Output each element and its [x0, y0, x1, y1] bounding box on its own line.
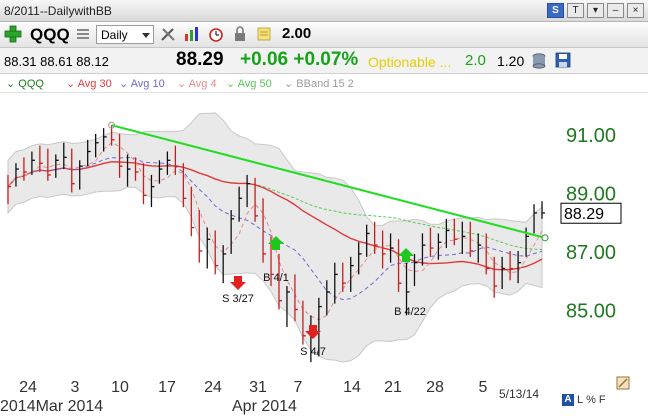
add-symbol-icon[interactable] [4, 25, 22, 43]
period-value: Daily [101, 28, 128, 42]
x-tick-label: 24 [19, 379, 37, 396]
x-tick-label: 24 [204, 379, 222, 396]
legend-label: Avg 4 [188, 78, 217, 90]
month-label: Apr 2014 [232, 398, 297, 415]
a-icon[interactable]: A [562, 394, 574, 406]
date-stamp: 5/13/14 [499, 387, 539, 401]
symbol-label[interactable]: QQQ [30, 25, 70, 45]
signal-label: S 4/7 [300, 346, 326, 358]
legend-label: BBand 15 2 [296, 78, 354, 90]
legend-avg10[interactable]: ⌄ Avg 10 [119, 77, 165, 90]
price-change: +0.06 +0.07% [240, 49, 359, 70]
extra-value: 1.20 [497, 53, 525, 69]
list-menu-icon[interactable] [76, 27, 90, 41]
t-button[interactable]: T [567, 3, 584, 18]
legend-chevron-icon: ⌄ [284, 78, 294, 90]
y-tick-label: 87.00 [566, 242, 616, 264]
database-icon[interactable] [532, 53, 546, 69]
last-price-label: 88.29 [564, 206, 604, 223]
legend-avg50[interactable]: ⌄ Avg 50 [226, 77, 272, 90]
window-buttons: S T ▾ – × [547, 3, 644, 18]
s-button[interactable]: S [547, 3, 564, 18]
x-tick-label: 31 [249, 379, 267, 396]
x-tick-label: 5 [479, 379, 488, 396]
last-price: 88.29 [176, 49, 224, 70]
toolbar-value: 2.00 [282, 25, 312, 42]
y-tick-label: 85.00 [566, 300, 616, 322]
signal-label: B 4/1 [263, 272, 289, 284]
month-label: 2014Mar 2014 [0, 398, 103, 415]
legend-chevron-icon: ⌄ [6, 78, 16, 90]
x-tick-label: 7 [294, 379, 303, 396]
minimize-button[interactable]: – [607, 3, 624, 18]
x-tick-label: 14 [343, 379, 361, 396]
save-icon[interactable] [555, 52, 571, 68]
legend-chevron-icon: ⌄ [177, 78, 187, 90]
window-titlebar: 8/2011--DailywithBB S T ▾ – × [0, 0, 648, 22]
ohl-values: 88.31 88.61 88.12 [4, 54, 109, 69]
legend-label: Avg 10 [130, 78, 165, 90]
chevron-down-icon [142, 33, 150, 38]
version-label: 2.0 [465, 52, 486, 69]
x-tick-label: 17 [158, 379, 176, 396]
chart-toolbar: QQQ Daily 2.00 [0, 22, 648, 48]
indicators-icon[interactable] [184, 26, 200, 42]
legend-chevron-icon: ⌄ [66, 78, 76, 90]
legend-avg4[interactable]: ⌄ Avg 4 [177, 77, 217, 90]
chart-footer-icons: A L % F [562, 394, 606, 406]
x-tick-label: 10 [111, 379, 129, 396]
price-chart[interactable]: 91.00 89.00 87.00 85.00 88.29 24 3 10 17 24 31 7 14 2… [0, 93, 648, 416]
indicator-legend: ⌄ QQQ ⌄ Avg 30 ⌄ Avg 10 ⌄ Avg 4 ⌄ Avg 50… [0, 74, 648, 92]
x-tick-label: 28 [426, 379, 444, 396]
close-button[interactable]: × [627, 3, 644, 18]
tools-icon[interactable] [160, 26, 176, 42]
period-select[interactable]: Daily [96, 25, 154, 44]
dropdown-button[interactable]: ▾ [587, 3, 604, 18]
sell-arrow-icon [230, 276, 246, 290]
x-tick-label: 21 [384, 379, 402, 396]
legend-chevron-icon: ⌄ [119, 78, 129, 90]
alarm-clock-icon[interactable] [208, 26, 224, 42]
signal-label: S 3/27 [222, 293, 254, 305]
legend-qqq[interactable]: ⌄ QQQ [6, 77, 44, 90]
y-tick-label: 91.00 [566, 125, 616, 147]
legend-label: QQQ [18, 78, 44, 90]
window-title: 8/2011--DailywithBB [4, 4, 112, 18]
legend-bband[interactable]: ⌄ BBand 15 2 [284, 77, 354, 90]
legend-label: Avg 30 [77, 78, 112, 90]
y-tick-label: 89.00 [566, 183, 616, 205]
trendline-handle [541, 234, 549, 242]
legend-chevron-icon: ⌄ [226, 78, 236, 90]
f-toggle[interactable]: F [599, 394, 606, 406]
note-icon[interactable] [256, 26, 272, 42]
percent-toggle[interactable]: % [586, 394, 596, 406]
optionable-label: Optionable ... [368, 54, 452, 70]
legend-label: Avg 50 [237, 78, 272, 90]
lock-icon[interactable] [232, 26, 248, 42]
legend-avg30[interactable]: ⌄ Avg 30 [66, 77, 112, 90]
signal-label: B 4/22 [394, 306, 426, 318]
x-tick-label: 3 [71, 379, 80, 396]
l-toggle[interactable]: L [577, 394, 583, 406]
quote-row: 88.31 88.61 88.12 88.29 +0.06 +0.07% Opt… [0, 48, 648, 74]
